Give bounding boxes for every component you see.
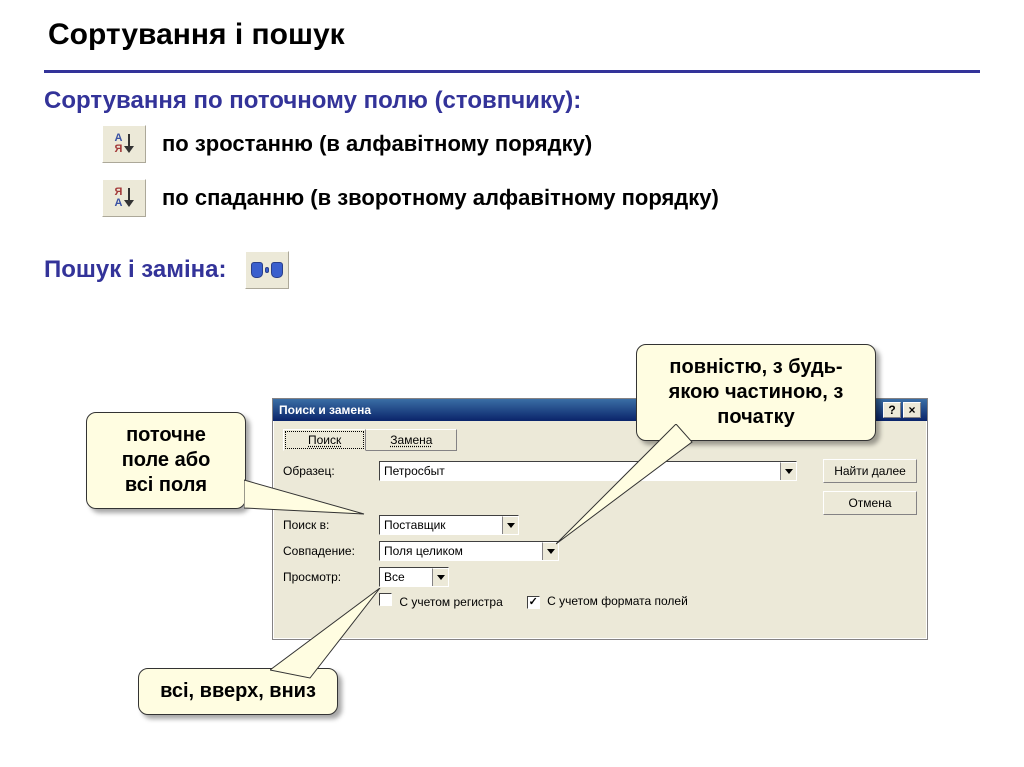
- label-view: Просмотр:: [283, 570, 369, 584]
- page-title: Сортування і пошук: [48, 18, 980, 52]
- sort-asc-button[interactable]: АЯ: [102, 125, 146, 163]
- sort-asc-icon: АЯ: [115, 133, 123, 155]
- divider: [44, 70, 980, 73]
- callout-field: поточне поле або всі поля: [86, 412, 246, 509]
- dialog-close-button[interactable]: ×: [903, 402, 921, 418]
- dialog-help-button[interactable]: ?: [883, 402, 901, 418]
- section-search-heading: Пошук і заміна:: [44, 256, 227, 284]
- sort-desc-label: по спаданню (в зворотному алфавітному по…: [162, 185, 719, 211]
- binoculars-icon: [265, 267, 269, 273]
- section-sort-heading: Сортування по поточному полю (стовпчику)…: [44, 87, 980, 115]
- tab-search[interactable]: Поиск: [283, 429, 366, 451]
- callout-pointer-icon: [244, 470, 374, 530]
- find-next-button[interactable]: Найти далее: [823, 459, 917, 483]
- callout-pointer-icon: [556, 424, 696, 554]
- chevron-down-icon: [437, 575, 445, 580]
- checkbox-case-label: С учетом регистра: [399, 595, 502, 609]
- cancel-button[interactable]: Отмена: [823, 491, 917, 515]
- match-value: Поля целиком: [380, 542, 542, 560]
- chevron-down-icon: [785, 469, 793, 474]
- arrow-down-icon: [124, 134, 133, 154]
- chevron-down-icon: [547, 549, 555, 554]
- arrow-down-icon: [124, 188, 133, 208]
- binoculars-icon: [271, 262, 283, 278]
- sort-desc-button[interactable]: ЯА: [102, 179, 146, 217]
- lookin-combo[interactable]: Поставщик: [379, 515, 519, 535]
- sort-desc-icon: ЯА: [115, 187, 123, 209]
- dropdown-button[interactable]: [432, 568, 448, 586]
- dropdown-button[interactable]: [502, 516, 518, 534]
- match-combo[interactable]: Поля целиком: [379, 541, 559, 561]
- chevron-down-icon: [507, 523, 515, 528]
- callout-pointer-icon: [270, 588, 390, 680]
- checkbox-format-label: С учетом формата полей: [547, 594, 688, 608]
- view-combo[interactable]: Все: [379, 567, 449, 587]
- tab-replace[interactable]: Замена: [365, 429, 457, 451]
- sort-asc-label: по зростанню (в алфавітному порядку): [162, 131, 592, 157]
- checkbox-case[interactable]: С учетом регистра: [379, 593, 503, 609]
- lookin-value: Поставщик: [380, 516, 502, 534]
- label-match: Совпадение:: [283, 544, 369, 558]
- view-value: Все: [380, 568, 432, 586]
- dialog-title: Поиск и замена: [279, 403, 371, 417]
- checkbox-format[interactable]: С учетом формата полей: [527, 594, 688, 609]
- dropdown-button[interactable]: [780, 462, 796, 480]
- checkbox-checked-icon: [527, 596, 540, 609]
- binoculars-icon: [251, 262, 263, 278]
- find-replace-button[interactable]: [245, 251, 289, 289]
